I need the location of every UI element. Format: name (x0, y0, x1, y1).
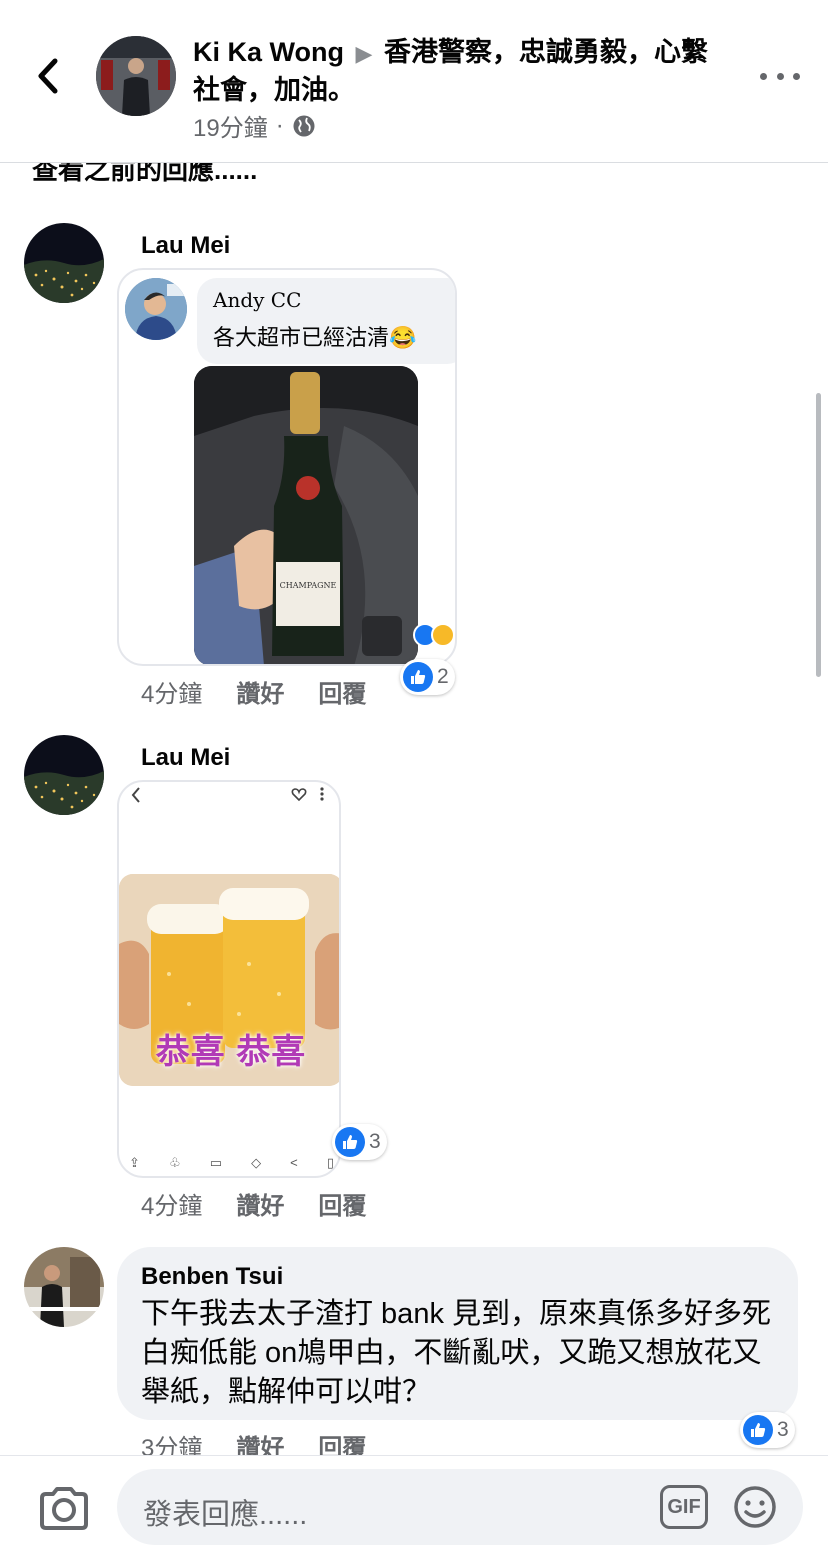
commenter-avatar[interactable] (24, 223, 104, 303)
comment-author[interactable]: Lau Mei (141, 744, 230, 772)
reaction-count[interactable]: 3 (332, 1124, 387, 1160)
reply-button[interactable]: 回覆 (318, 674, 366, 709)
more-dots-icon (760, 72, 767, 80)
poster-avatar[interactable] (96, 36, 176, 116)
smiley-icon (734, 1486, 776, 1528)
like-button[interactable]: 讚好 (236, 1186, 284, 1221)
post-time: 19分鐘 (193, 115, 268, 142)
trash-icon: ▯ (326, 1155, 334, 1170)
meta-separator: · (275, 111, 284, 139)
comment-image-beer[interactable]: 恭喜 恭喜 ⇪ ♧ ▭ ◇ < ▯ (117, 780, 341, 1178)
quoted-reactions (413, 623, 455, 647)
comment-image-screenshot[interactable]: Andy CC 各大超市已經沽清😂 CHAMPAGNE (117, 268, 457, 666)
reaction-total: 3 (777, 1418, 789, 1441)
send-icon: < (290, 1155, 298, 1170)
scrollbar[interactable] (816, 393, 821, 677)
more-options-button[interactable] (760, 62, 800, 90)
comment-input[interactable]: 發表回應...... GIF (117, 1469, 803, 1545)
comment-actions: 4分鐘 讚好 回覆 (141, 1186, 366, 1221)
share-icon: ⇪ (129, 1155, 140, 1170)
like-icon (403, 662, 433, 692)
edit-icon: ▭ (209, 1155, 223, 1170)
quoted-author: Andy CC (213, 288, 302, 312)
post-arrow: ▶ (355, 41, 373, 66)
comment-time: 4分鐘 (141, 1193, 203, 1220)
gif-button[interactable]: GIF (660, 1485, 708, 1529)
sticker-icon: ◇ (251, 1155, 262, 1170)
globe-icon (293, 115, 315, 136)
champagne-photo: CHAMPAGNE (194, 366, 418, 664)
comment-author[interactable]: Benben Tsui (141, 1263, 774, 1291)
like-icon (743, 1415, 773, 1445)
screenshot-toolbar: ⇪ ♧ ▭ ◇ < ▯ (129, 1155, 334, 1171)
comment-actions: 4分鐘 讚好 回覆 (141, 674, 366, 709)
comment-author[interactable]: Lau Mei (141, 232, 230, 260)
comment-input-placeholder: 發表回應...... (143, 1499, 308, 1531)
comment-bubble: Benben Tsui 下午我去太子渣打 bank 見到，原來真係多好多死白痴低… (117, 1247, 798, 1420)
bottle-label: CHAMPAGNE (280, 581, 337, 590)
comment-time: 4分鐘 (141, 681, 203, 708)
like-icon (335, 1127, 365, 1157)
comment-composer: 發表回應...... GIF (0, 1455, 828, 1548)
post-meta: 19分鐘 · (193, 108, 316, 143)
beer-image: 恭喜 恭喜 (119, 874, 339, 1086)
reaction-total: 2 (437, 665, 449, 688)
comment-text: 下午我去太子渣打 bank 見到，原來真係多好多死白痴低能 on鳩甲甴，不斷亂吠… (141, 1298, 772, 1408)
camera-button[interactable] (38, 1486, 90, 1534)
heart-icon (291, 788, 307, 802)
like-button[interactable]: 讚好 (236, 674, 284, 709)
post-title: Ki Ka Wong ▶ 香港警察，忠誠勇毅，心繫社會，加油。 (193, 34, 733, 108)
chevron-left-icon (131, 787, 140, 803)
reaction-count[interactable]: 2 (400, 659, 455, 695)
post-header: Ki Ka Wong ▶ 香港警察，忠誠勇毅，心繫社會，加油。 19分鐘 · (0, 0, 828, 163)
image-caption: 恭喜 恭喜 (155, 1033, 307, 1071)
commenter-avatar[interactable] (24, 1247, 104, 1327)
chevron-left-icon (38, 58, 58, 94)
effects-icon: ♧ (168, 1155, 181, 1170)
camera-icon (40, 1487, 88, 1530)
commenter-avatar[interactable] (24, 735, 104, 815)
quoted-comment-bubble: Andy CC 各大超市已經沽清😂 (197, 278, 455, 364)
quoted-text: 各大超市已經沽清😂 (213, 326, 417, 351)
poster-name[interactable]: Ki Ka Wong (193, 37, 344, 67)
reply-button[interactable]: 回覆 (318, 1186, 366, 1221)
emoji-button[interactable] (733, 1485, 777, 1529)
more-vertical-icon (320, 787, 324, 801)
reaction-total: 3 (369, 1130, 381, 1153)
back-button[interactable] (30, 52, 66, 100)
quoted-avatar (125, 278, 187, 340)
reaction-count[interactable]: 3 (740, 1412, 795, 1448)
screenshot-topbar (119, 782, 339, 812)
haha-icon (431, 623, 455, 647)
